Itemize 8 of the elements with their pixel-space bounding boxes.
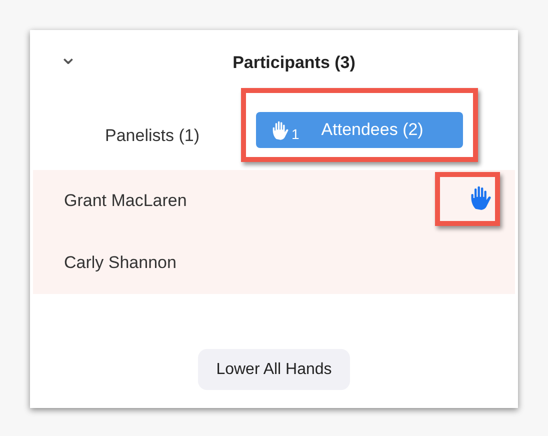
hand-icon	[272, 120, 290, 140]
lower-all-hands-button[interactable]: Lower All Hands	[198, 349, 350, 390]
attendee-name: Carly Shannon	[64, 253, 176, 273]
panel-title: Participants (3)	[232, 53, 356, 73]
raised-hand-count: 1	[291, 126, 300, 142]
participants-tab[interactable]: Panelists (1)	[93, 118, 212, 154]
attendee-name: Grant MacLaren	[64, 191, 187, 211]
collapse-icon[interactable]: ⌄	[59, 44, 77, 70]
